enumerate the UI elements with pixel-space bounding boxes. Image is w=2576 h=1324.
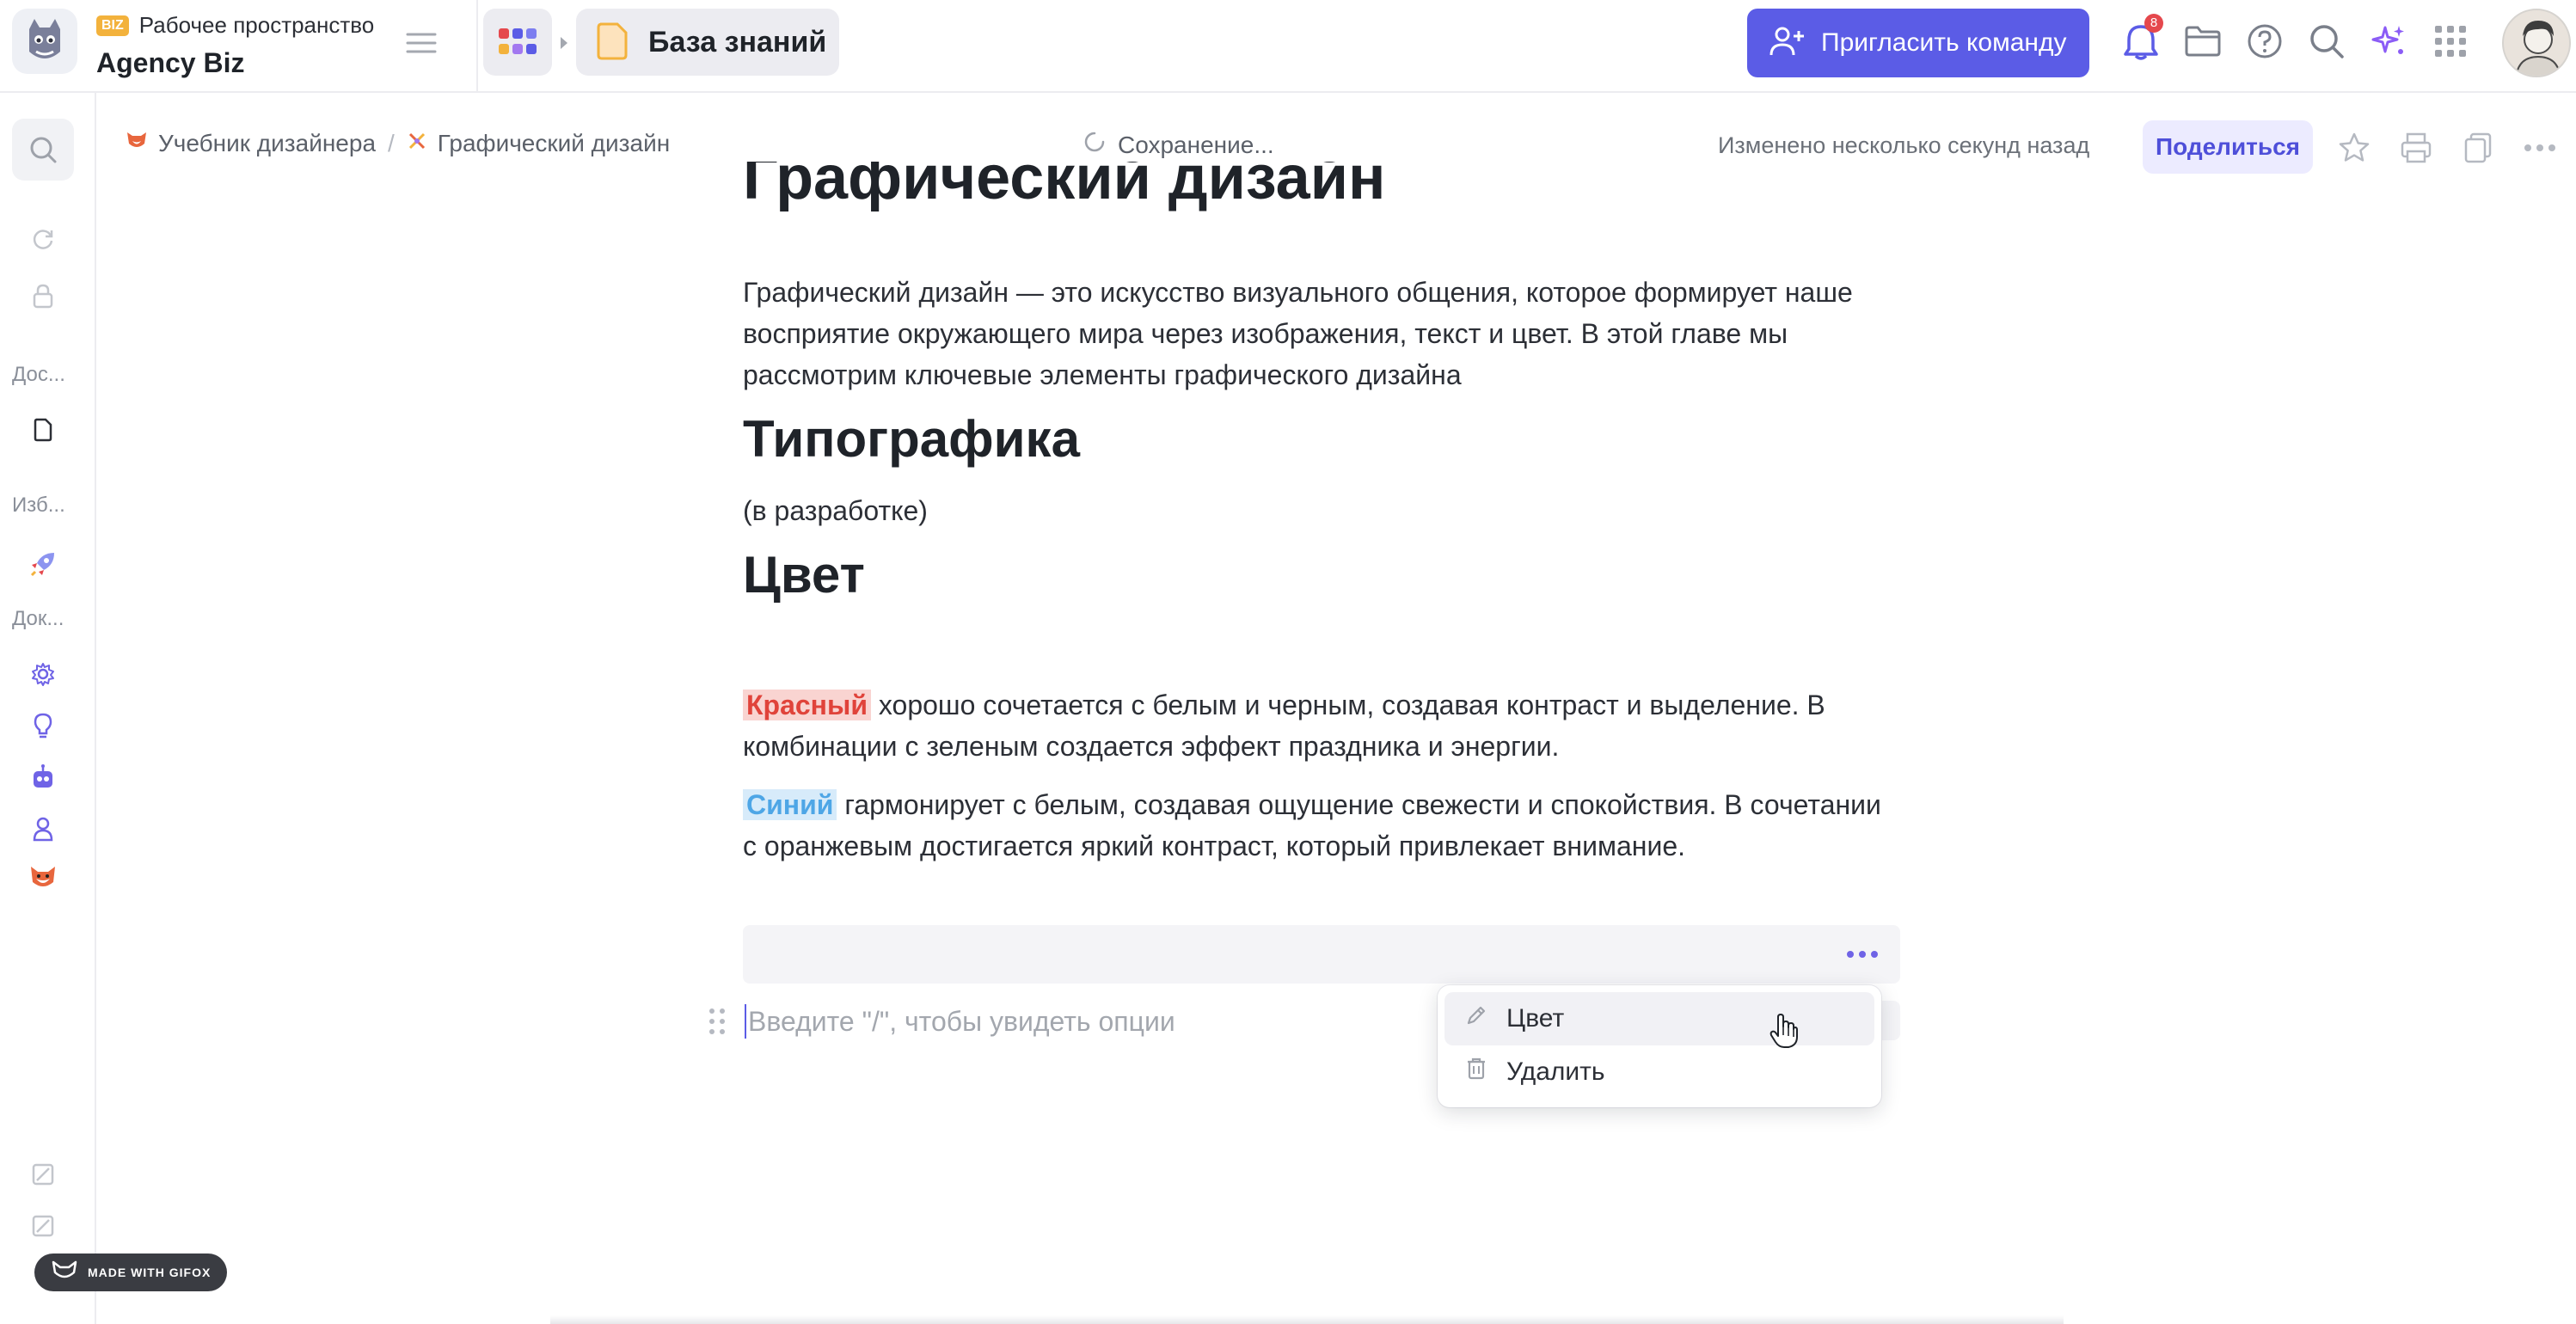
trash-icon bbox=[1465, 1057, 1487, 1088]
spinner-icon bbox=[1083, 131, 1106, 159]
editor-placeholder[interactable]: Введите "/", чтобы увидеть опции bbox=[745, 1004, 1175, 1039]
share-label: Поделиться bbox=[2155, 133, 2301, 160]
gifox-logo-icon bbox=[52, 1260, 77, 1285]
caret-right-icon bbox=[557, 33, 571, 53]
context-menu: Цвет Удалить bbox=[1438, 985, 1881, 1107]
lightbulb-icon[interactable] bbox=[24, 707, 62, 745]
breadcrumb-label: Учебник дизайнера bbox=[158, 129, 377, 156]
rail-search-button[interactable] bbox=[12, 119, 74, 181]
user-avatar[interactable] bbox=[2502, 9, 2571, 77]
apps-grid-icon bbox=[499, 28, 537, 54]
search-icon[interactable] bbox=[2303, 17, 2351, 65]
share-button[interactable]: Поделиться bbox=[2143, 120, 2313, 174]
document-icon bbox=[595, 21, 629, 64]
workspace-badge: BIZ bbox=[96, 15, 129, 36]
rail-section-documents: Дос... bbox=[12, 363, 65, 386]
collapse-panel-icon[interactable] bbox=[24, 1155, 62, 1193]
breadcrumb-separator: / bbox=[388, 129, 395, 156]
left-rail: Дос... Изб... Док... bbox=[0, 93, 96, 1324]
top-bar: BIZ Рабочее пространство Agency Biz База… bbox=[0, 0, 2576, 93]
gifox-watermark: MADE WITH GIFOX bbox=[34, 1254, 227, 1291]
menu-item-color[interactable]: Цвет bbox=[1444, 992, 1874, 1045]
breadcrumb-item[interactable]: Графический дизайн bbox=[407, 130, 670, 157]
section-title: База знаний bbox=[648, 25, 827, 58]
workspace-label: Рабочее пространство bbox=[138, 12, 375, 38]
star-icon[interactable] bbox=[2332, 126, 2377, 170]
bottom-shadow bbox=[550, 1315, 2064, 1324]
rail-section-favorites: Изб... bbox=[12, 493, 65, 517]
apps-dots-icon[interactable] bbox=[2426, 17, 2475, 65]
gifox-label: MADE WITH GIFOX bbox=[88, 1266, 212, 1279]
heading-typography[interactable]: Типографика bbox=[743, 409, 1080, 469]
palette-icon bbox=[407, 130, 427, 157]
copy-icon[interactable] bbox=[2456, 126, 2500, 170]
pen-icon bbox=[1465, 1004, 1487, 1033]
hand-cursor-icon bbox=[1769, 1013, 1799, 1053]
print-icon[interactable] bbox=[2394, 126, 2438, 170]
folder-icon[interactable] bbox=[2179, 17, 2227, 65]
menu-item-delete[interactable]: Удалить bbox=[1444, 1045, 1874, 1099]
more-options-icon[interactable] bbox=[2518, 126, 2562, 170]
ai-sparkles-icon[interactable] bbox=[2364, 17, 2413, 65]
rail-section-docs: Док... bbox=[12, 607, 64, 630]
document-title[interactable]: Графический дизайн bbox=[743, 162, 1385, 213]
fox-mascot-icon bbox=[126, 129, 148, 157]
expand-panel-icon[interactable] bbox=[24, 1207, 62, 1245]
hamburger-menu-icon[interactable] bbox=[396, 21, 447, 65]
color-block[interactable] bbox=[743, 925, 1900, 984]
notification-count-badge: 8 bbox=[2144, 14, 2163, 33]
workspace-switcher[interactable]: BIZ Рабочее пространство Agency Biz bbox=[96, 12, 374, 79]
typography-note[interactable]: (в разработке) bbox=[743, 490, 1900, 531]
blue-paragraph[interactable]: Синий гармонирует с белым, создавая ощущ… bbox=[743, 784, 1900, 867]
saving-status: Сохранение... bbox=[1083, 131, 1274, 159]
workspace-name: Agency Biz bbox=[96, 47, 245, 78]
apps-grid-button[interactable] bbox=[483, 9, 552, 76]
invite-team-button[interactable]: Пригласить команду bbox=[1747, 9, 2089, 77]
saving-status-label: Сохранение... bbox=[1118, 131, 1274, 158]
red-paragraph-text: хорошо сочетается с белым и черным, созд… bbox=[743, 690, 1825, 762]
block-more-icon[interactable] bbox=[1847, 951, 1878, 958]
search-icon bbox=[30, 137, 57, 163]
menu-item-label: Удалить bbox=[1506, 1057, 1605, 1086]
add-user-icon bbox=[1769, 26, 1804, 61]
blue-paragraph-text: гармонирует с белым, создавая ощущение с… bbox=[743, 789, 1881, 861]
robot-icon[interactable] bbox=[24, 758, 62, 796]
document-icon[interactable] bbox=[24, 411, 62, 449]
breadcrumb: Учебник дизайнера / Графический дизайн bbox=[126, 129, 670, 157]
refresh-icon[interactable] bbox=[24, 220, 62, 258]
user-icon[interactable] bbox=[24, 810, 62, 848]
drag-handle-icon[interactable] bbox=[707, 1006, 727, 1037]
menu-item-label: Цвет bbox=[1506, 1004, 1565, 1033]
highlighted-word-red: Красный bbox=[743, 690, 871, 720]
breadcrumb-label: Графический дизайн bbox=[437, 129, 671, 156]
breadcrumb-item[interactable]: Учебник дизайнера bbox=[126, 129, 376, 157]
fox-mascot-icon[interactable] bbox=[24, 858, 62, 896]
settings-gear-icon[interactable] bbox=[24, 655, 62, 693]
intro-paragraph[interactable]: Графический дизайн — это искусство визуа… bbox=[743, 272, 1900, 395]
knowledge-base-button[interactable]: База знаний bbox=[576, 9, 839, 76]
rocket-icon[interactable] bbox=[24, 545, 62, 583]
invite-label: Пригласить команду bbox=[1821, 28, 2067, 57]
modified-timestamp: Изменено несколько секунд назад bbox=[1718, 132, 2090, 158]
heading-color[interactable]: Цвет bbox=[743, 545, 865, 604]
red-paragraph[interactable]: Красный хорошо сочетается с белым и черн… bbox=[743, 684, 1900, 767]
highlighted-word-blue: Синий bbox=[743, 789, 837, 820]
workspace-logo-icon[interactable] bbox=[12, 9, 77, 74]
lock-icon[interactable] bbox=[24, 277, 62, 315]
notifications-bell-icon[interactable]: 8 bbox=[2117, 14, 2165, 65]
divider bbox=[476, 0, 478, 93]
help-icon[interactable] bbox=[2241, 17, 2289, 65]
